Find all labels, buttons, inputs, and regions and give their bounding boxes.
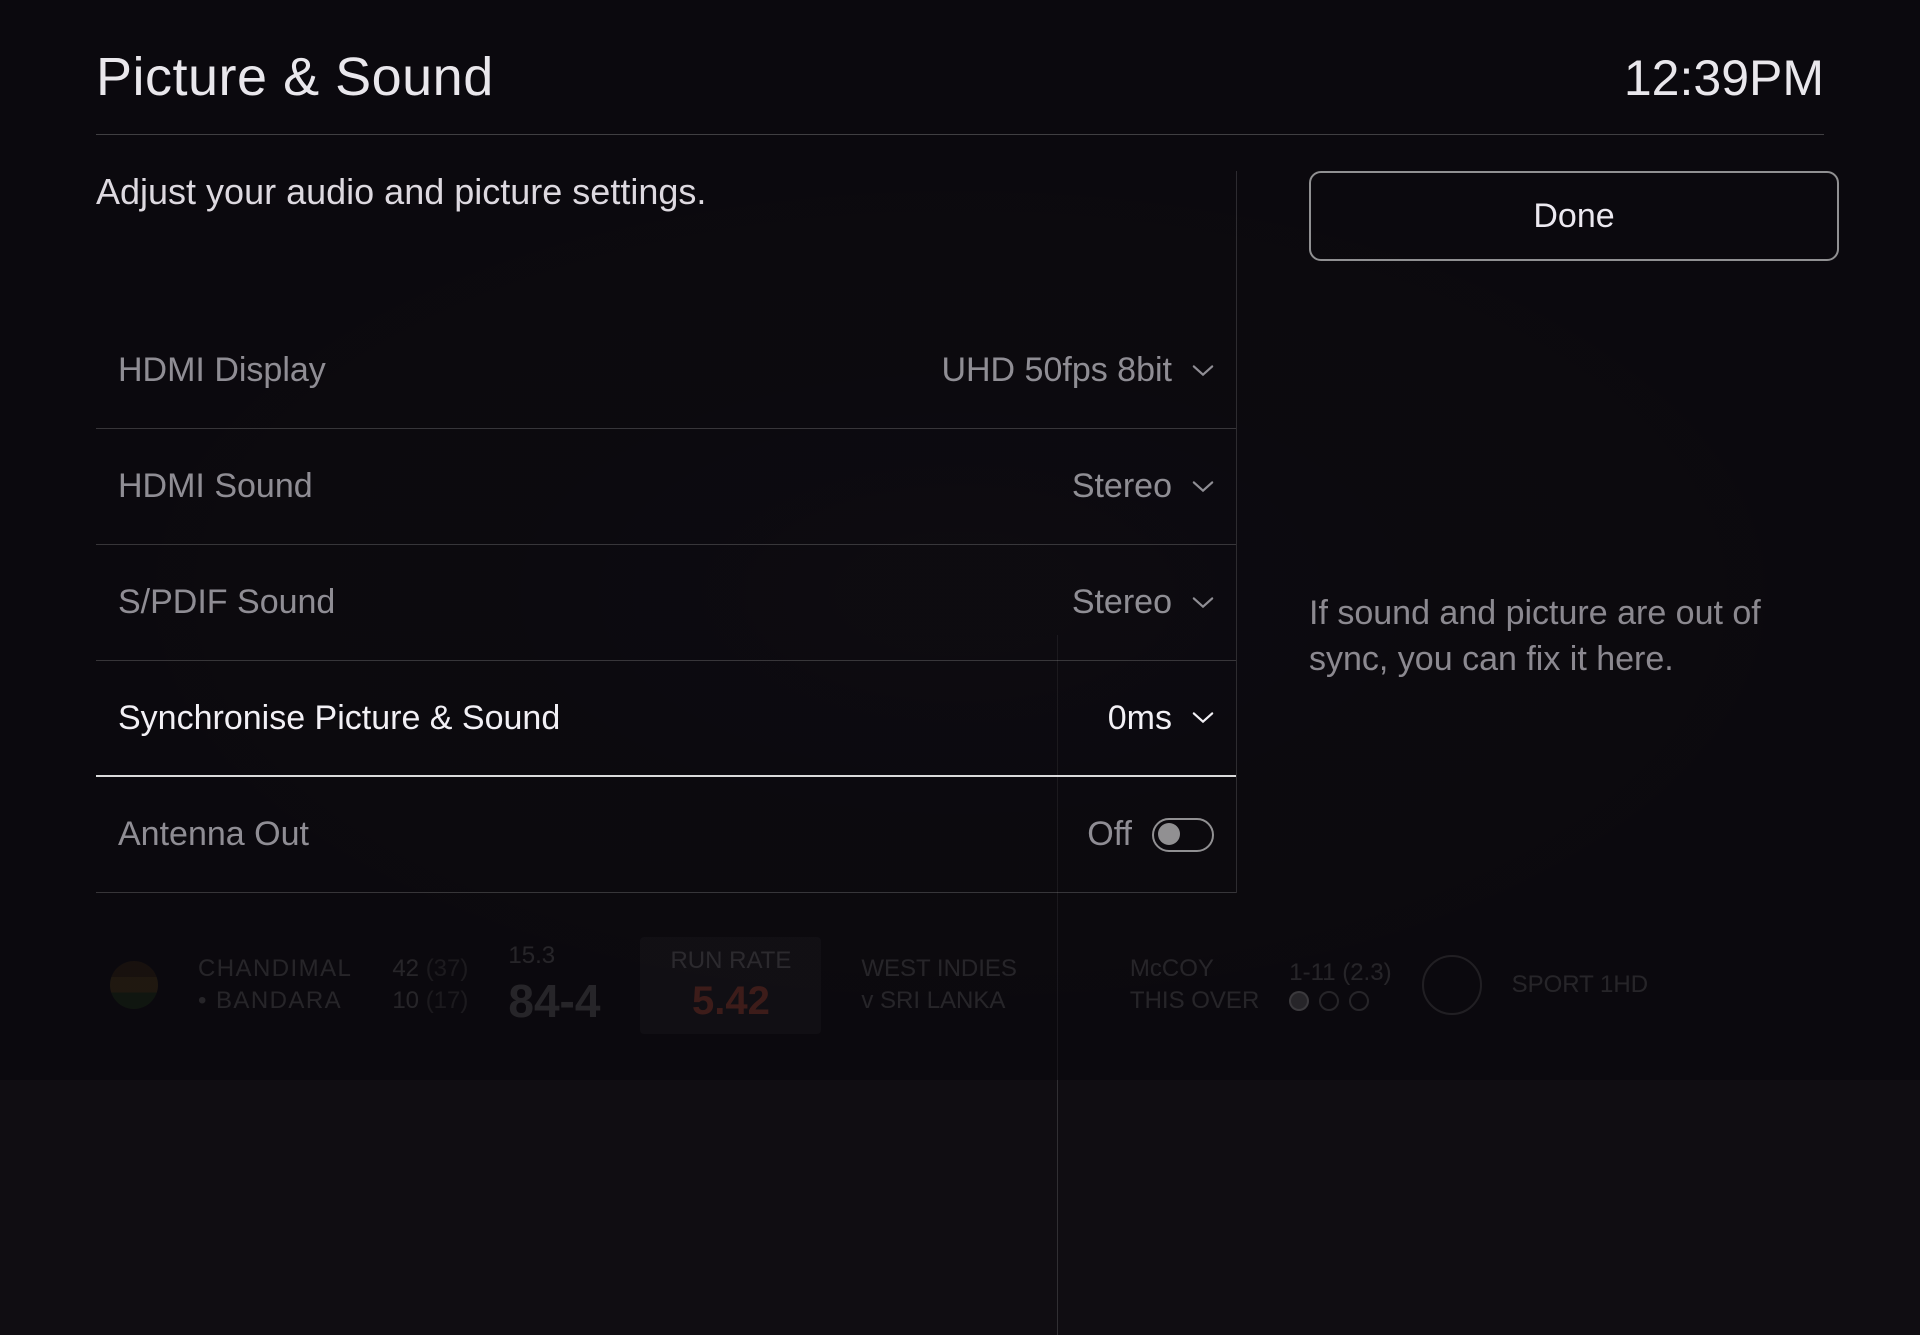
row-spdif-sound[interactable]: S/PDIF Sound Stereo — [96, 545, 1236, 661]
row-label: S/PDIF Sound — [118, 583, 335, 622]
chevron-down-icon — [1192, 711, 1214, 725]
settings-overlay: Picture & Sound 12:39PM Adjust your audi… — [0, 0, 1920, 1080]
row-label: HDMI Sound — [118, 467, 313, 506]
done-button-label: Done — [1533, 197, 1614, 236]
row-hdmi-sound[interactable]: HDMI Sound Stereo — [96, 429, 1236, 545]
chevron-down-icon — [1192, 364, 1214, 378]
row-value: Stereo — [1072, 583, 1172, 622]
row-label: HDMI Display — [118, 351, 326, 390]
clock: 12:39PM — [1624, 49, 1824, 107]
chevron-down-icon — [1192, 596, 1214, 610]
row-value: UHD 50fps 8bit — [941, 351, 1172, 390]
chevron-down-icon — [1192, 480, 1214, 494]
row-value: Off — [1087, 815, 1132, 854]
done-button[interactable]: Done — [1309, 171, 1839, 261]
settings-description: Adjust your audio and picture settings. — [96, 171, 1236, 213]
page-title: Picture & Sound — [96, 46, 494, 108]
context-hint: If sound and picture are out of sync, yo… — [1309, 591, 1829, 683]
toggle-off-icon[interactable] — [1152, 818, 1214, 852]
settings-list: Adjust your audio and picture settings. … — [96, 171, 1236, 893]
row-antenna-out[interactable]: Antenna Out Off — [96, 777, 1236, 893]
row-hdmi-display[interactable]: HDMI Display UHD 50fps 8bit — [96, 313, 1236, 429]
row-sync-picture-sound[interactable]: Synchronise Picture & Sound 0ms — [96, 661, 1236, 777]
settings-side-panel: Done If sound and picture are out of syn… — [1236, 171, 1839, 893]
row-label: Antenna Out — [118, 815, 309, 854]
row-value: Stereo — [1072, 467, 1172, 506]
settings-header: Picture & Sound 12:39PM — [96, 46, 1824, 135]
row-label: Synchronise Picture & Sound — [118, 699, 560, 738]
row-value: 0ms — [1108, 699, 1172, 738]
